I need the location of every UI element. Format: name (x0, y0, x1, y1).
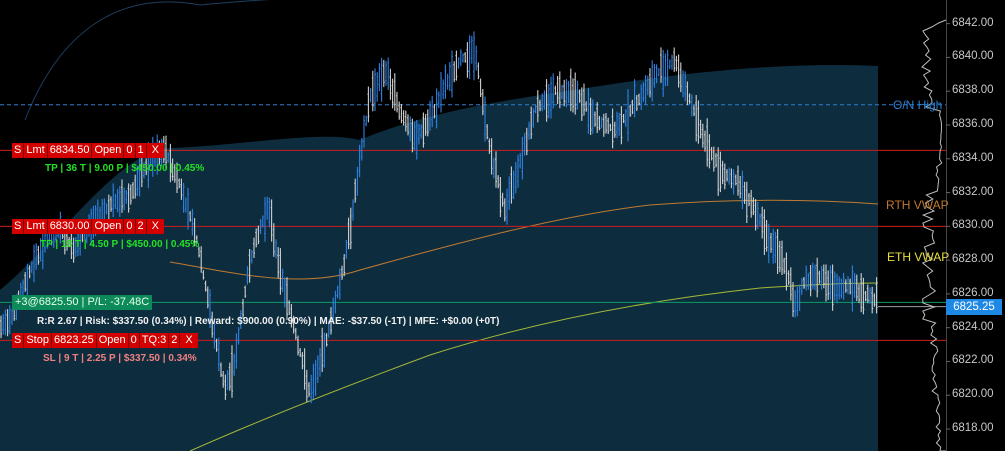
order-tag-target-1[interactable]: S Lmt 6834.50 Open 0 1 X (12, 143, 164, 159)
target-1-info: TP | 36 T | 9.00 P | $450.00 | 0.45% (45, 163, 205, 175)
price-tick-label: 6834.00 (952, 151, 994, 164)
price-tick-label: 6836.00 (952, 117, 994, 130)
order-filled: 0 (129, 333, 140, 349)
order-tag-stop[interactable]: S Stop 6823.25 Open 0 TQ:3 2 X (12, 333, 198, 349)
order-status: Open (92, 219, 125, 235)
current-price-badge: 6825.25 (946, 298, 1002, 315)
cancel-order-button[interactable]: X (180, 333, 197, 348)
stop-loss-info: SL | 9 T | 2.25 P | $337.50 | 0.34% (43, 353, 197, 365)
order-price: 6830.00 (48, 219, 93, 235)
price-tick-label: 6818.00 (952, 422, 994, 435)
price-tick-label: 6820.00 (952, 388, 994, 401)
cancel-order-button[interactable]: X (147, 143, 164, 158)
order-type: Lmt (24, 219, 48, 235)
price-tick-label: 6840.00 (952, 50, 994, 63)
price-tick-label: 6832.00 (952, 185, 994, 198)
order-type: Stop (24, 333, 52, 349)
risk-reward-info: R:R 2.67 | Risk: $337.50 (0.34%) | Rewar… (37, 316, 500, 328)
order-status: Open (97, 333, 129, 349)
price-tick-label: 6830.00 (952, 219, 994, 232)
order-side: S (12, 143, 25, 159)
price-tick-label: 6822.00 (952, 354, 994, 367)
price-tick-label: 6838.00 (952, 84, 994, 97)
rth-vwap-label: RTH VWAP (886, 198, 949, 213)
order-side: S (12, 219, 25, 235)
order-tq: TQ:3 (140, 333, 170, 349)
order-price: 6834.50 (48, 143, 93, 159)
order-filled: 0 (124, 143, 136, 159)
order-side: S (12, 333, 25, 349)
price-tick-label: 6824.00 (952, 320, 994, 333)
order-type: Lmt (24, 143, 48, 159)
order-qty: 2 (136, 219, 147, 235)
order-price: 6823.25 (52, 333, 97, 349)
order-qty: 1 (136, 143, 147, 159)
order-tag-target-2[interactable]: S Lmt 6830.00 Open 0 2 X (12, 219, 164, 235)
trading-chart-window: S Lmt 6834.50 Open 0 1 X S Lmt 6830.00 O… (0, 0, 1005, 451)
price-tick-label: 6842.00 (952, 16, 994, 29)
order-status: Open (92, 143, 125, 159)
order-qty: 2 (169, 333, 181, 349)
eth-vwap-label: ETH VWAP (887, 250, 950, 265)
price-tick-label: 6828.00 (952, 253, 994, 266)
target-2-info: TP | 18 T | 4.50 P | $450.00 | 0.45% (40, 239, 200, 251)
on-high-label: O/N High (893, 97, 943, 112)
position-tag[interactable]: +3@6825.50 | P/L: -37.48C (12, 295, 153, 311)
order-filled: 0 (124, 219, 136, 235)
price-tick-label: 6826.00 (952, 286, 994, 299)
cancel-order-button[interactable]: X (147, 219, 164, 234)
